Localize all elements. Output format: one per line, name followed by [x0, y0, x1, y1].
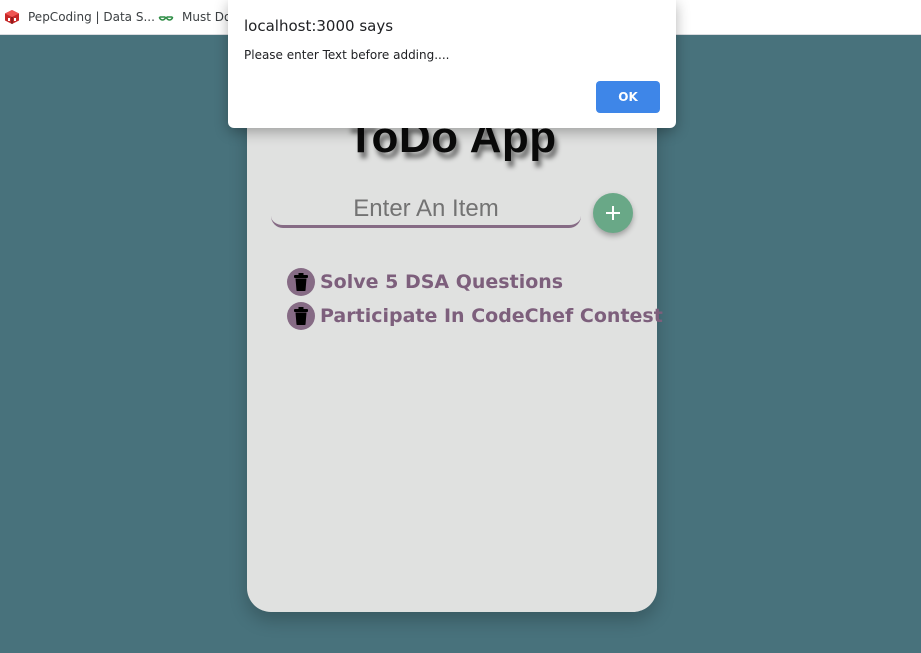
dialog-title: localhost:3000 says — [244, 17, 394, 35]
item-input[interactable] — [271, 192, 581, 228]
bookmark-must-do[interactable]: Must Do — [158, 0, 231, 34]
todo-item-text: Participate In CodeChef Contest — [320, 305, 663, 327]
todo-item: Participate In CodeChef Contest — [287, 299, 663, 333]
bookmark-pepcoding[interactable]: PepCoding | Data S... — [4, 0, 155, 34]
todo-item-text: Solve 5 DSA Questions — [320, 271, 564, 293]
bookmark-label: Must Do — [182, 10, 232, 24]
bookmark-label: PepCoding | Data S... — [28, 10, 155, 24]
dialog-message: Please enter Text before adding.... — [244, 48, 450, 62]
plus-icon — [606, 206, 620, 220]
delete-item-button[interactable] — [287, 302, 315, 330]
alert-dialog: localhost:3000 says Please enter Text be… — [228, 0, 676, 128]
todo-card: ToDo App Solve 5 DSA Questions — [247, 62, 663, 612]
geeksforgeeks-logo-icon — [158, 16, 174, 21]
trash-icon — [294, 273, 308, 291]
add-item-button[interactable] — [593, 193, 633, 233]
pepcoding-logo-icon — [5, 10, 19, 24]
todo-list: Solve 5 DSA Questions Participate In Cod… — [287, 265, 663, 333]
delete-item-button[interactable] — [287, 268, 315, 296]
todo-item: Solve 5 DSA Questions — [287, 265, 663, 299]
trash-icon — [294, 307, 308, 325]
ok-button[interactable]: OK — [596, 81, 660, 113]
